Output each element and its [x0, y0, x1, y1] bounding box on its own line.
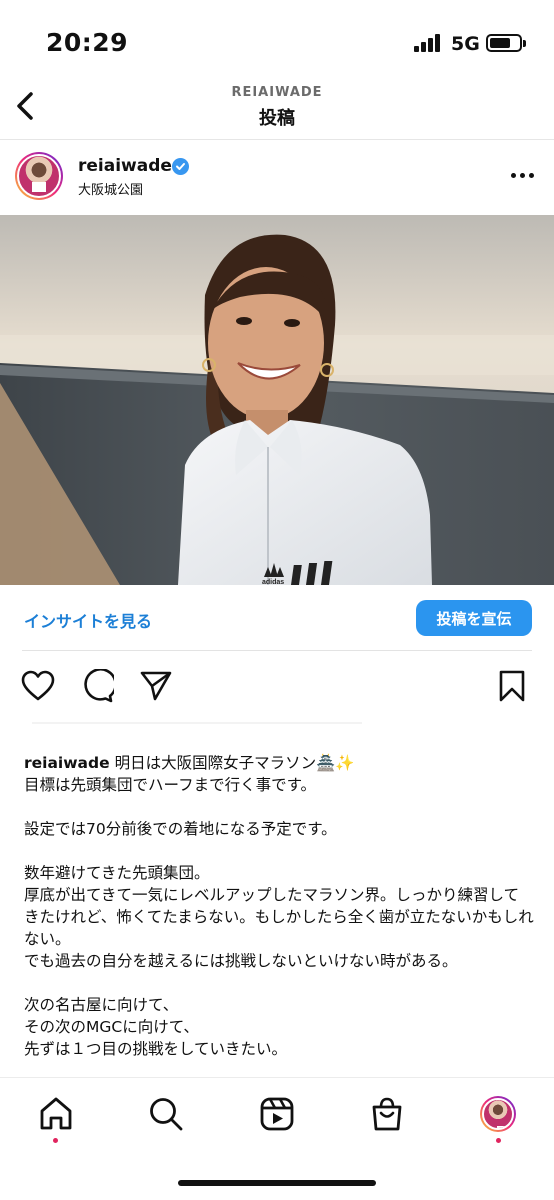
- heart-icon: [21, 670, 55, 701]
- caption-blank: [24, 972, 534, 994]
- status-bar: 20:29 5G: [0, 0, 554, 80]
- insights-row: インサイトを見る 投稿を宣伝: [0, 586, 554, 650]
- signal-icon: [414, 34, 442, 52]
- more-horizontal-icon: [510, 172, 516, 178]
- caption-text: 明日は大阪国際女子マラソン🏯✨: [114, 754, 355, 772]
- page-header: REIAIWADE 投稿: [0, 80, 554, 140]
- verified-badge-icon: [172, 158, 189, 175]
- post-caption: reiaiwade 明日は大阪国際女子マラソン🏯✨ 目標は先頭集団でハーフまで行…: [24, 752, 534, 1076]
- promote-post-button[interactable]: 投稿を宣伝: [416, 600, 532, 636]
- post-header: reiaiwade 大阪城公園: [0, 141, 554, 215]
- caption-line: 目標は先頭集団でハーフまで行く事です。: [24, 776, 317, 794]
- caption-line: その次のMGCに向けて、: [24, 1018, 199, 1036]
- photo-brand-text: adidas: [262, 579, 284, 585]
- nav-profile[interactable]: [478, 1094, 518, 1134]
- like-button[interactable]: [20, 668, 56, 704]
- header-username: REIAIWADE: [231, 85, 323, 100]
- battery-icon: [486, 34, 522, 52]
- caption-line: 次の名古屋に向けて、: [24, 996, 179, 1014]
- action-bar: [0, 662, 554, 710]
- caption-line: 厚底が出てきて一気にレベルアップしたマラソン界。しっかり練習してきたけれど、怖く…: [24, 886, 534, 948]
- status-time: 20:29: [46, 28, 129, 57]
- photo-illustration: adidas: [0, 215, 554, 585]
- caption-line: 数年避けてきた先頭集団。: [24, 864, 210, 882]
- divider: [22, 650, 532, 651]
- battery-tip: [523, 40, 526, 47]
- caption-blank: [24, 796, 534, 818]
- caption-line: 設定では70分前後での着地になる予定です。: [24, 820, 337, 838]
- profile-avatar: [480, 1096, 516, 1132]
- caption-blank: [24, 840, 534, 862]
- profile-notification-dot: [496, 1138, 501, 1143]
- nav-search[interactable]: [146, 1094, 186, 1134]
- nav-reels[interactable]: [257, 1094, 297, 1134]
- page-title: 投稿: [259, 108, 295, 129]
- home-notification-dot: [53, 1138, 58, 1143]
- home-indicator[interactable]: [178, 1180, 376, 1186]
- share-icon: [140, 671, 172, 701]
- home-icon: [40, 1097, 72, 1130]
- caption-first-line: reiaiwade 明日は大阪国際女子マラソン🏯✨: [24, 752, 534, 774]
- save-button[interactable]: [494, 668, 530, 704]
- comment-button[interactable]: [79, 668, 115, 704]
- avatar[interactable]: [15, 152, 63, 200]
- post-username[interactable]: reiaiwade: [78, 156, 172, 176]
- nav-shop[interactable]: [367, 1094, 407, 1134]
- network-label: 5G: [451, 33, 480, 55]
- post-photo[interactable]: adidas: [0, 215, 554, 585]
- reels-icon: [260, 1097, 294, 1131]
- view-insights-link[interactable]: インサイトを見る: [24, 608, 152, 632]
- share-button[interactable]: [138, 668, 174, 704]
- caption-username[interactable]: reiaiwade: [24, 754, 110, 772]
- search-icon: [150, 1098, 183, 1131]
- more-options-button[interactable]: [505, 163, 539, 187]
- caption-line: でも過去の自分を越えるには挑戦しないといけない時がある。: [24, 952, 458, 970]
- bookmark-icon: [499, 670, 525, 702]
- nav-home[interactable]: [36, 1094, 76, 1134]
- comment-icon: [84, 669, 114, 703]
- caption-line: 先ずは１つ目の挑戦をしていきたい。: [24, 1040, 288, 1058]
- faint-separator: [32, 722, 362, 724]
- shop-icon: [372, 1097, 402, 1131]
- post-location[interactable]: 大阪城公園: [78, 179, 143, 198]
